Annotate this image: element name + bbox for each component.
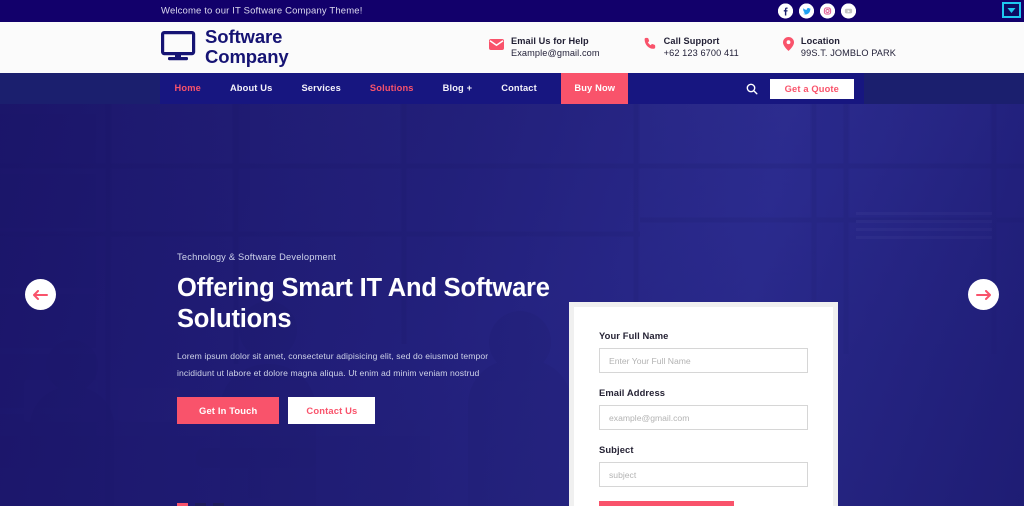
full-name-input[interactable] <box>599 348 808 373</box>
contact-phone-value: +62 123 6700 411 <box>663 48 739 59</box>
contact-location-title: Location <box>800 36 840 46</box>
contact-email-value: Example@gmail.com <box>511 48 600 59</box>
contact-email[interactable]: Email Us for Help Example@gmail.com <box>489 35 600 60</box>
hero-eyebrow: Technology & Software Development <box>177 252 337 262</box>
nav-item-contact[interactable]: Contact <box>487 73 552 104</box>
full-name-label: Your Full Name <box>599 330 669 341</box>
consultation-form: Your Full Name Email Address Subject Get… <box>574 307 833 506</box>
subject-label: Subject <box>599 444 634 455</box>
social-links <box>778 3 856 19</box>
hero-section: Technology & Software Development Offeri… <box>0 104 1024 506</box>
arrow-right-icon <box>976 289 991 300</box>
nav-item-home[interactable]: Home <box>160 73 215 104</box>
youtube-icon[interactable] <box>841 3 856 19</box>
nav-item-services[interactable]: Services <box>287 73 355 104</box>
hero-description: Lorem ipsum dolor sit amet, consectetur … <box>177 351 489 378</box>
main-navigation: Home About Us Services Solutions Blog + … <box>160 73 864 104</box>
contact-email-title: Email Us for Help <box>511 36 589 46</box>
page-root: Welcome to our IT Software Company Theme… <box>0 0 1024 506</box>
get-a-quote-button[interactable]: Get a Quote <box>769 78 854 99</box>
language-dropdown-toggle[interactable] <box>1002 2 1021 18</box>
chevron-down-icon <box>1007 7 1016 13</box>
monitor-icon <box>161 31 196 62</box>
location-pin-icon <box>782 37 794 56</box>
email-address-label: Email Address <box>599 387 666 398</box>
instagram-icon[interactable] <box>820 3 835 19</box>
consultation-form-card: Your Full Name Email Address Subject Get… <box>569 302 838 506</box>
header-contact-info: Email Us for Help Example@gmail.com Call… <box>489 35 896 60</box>
contact-location-text: Location 99S.T. JOMBLO PARK <box>801 35 896 60</box>
get-free-consultation-button[interactable]: Get Free Consultation <box>599 501 735 506</box>
site-logo[interactable]: Software Company <box>161 27 289 67</box>
buy-now-button[interactable]: Buy Now <box>561 73 629 104</box>
logo-line-1: Software <box>205 26 283 47</box>
email-address-input[interactable] <box>599 405 808 430</box>
top-announcement-bar: Welcome to our IT Software Company Theme… <box>0 0 1024 22</box>
subject-input[interactable] <box>599 462 808 487</box>
contact-phone[interactable]: Call Support +62 123 6700 411 <box>644 35 739 60</box>
carousel-prev-button[interactable] <box>25 279 56 310</box>
nav-item-solutions[interactable]: Solutions <box>355 73 428 104</box>
carousel-next-button[interactable] <box>968 279 999 310</box>
get-in-touch-button[interactable]: Get In Touch <box>177 397 280 425</box>
logo-text: Software Company <box>205 27 289 67</box>
contact-phone-title: Call Support <box>663 36 720 46</box>
nav-actions: Get a Quote <box>746 73 854 104</box>
arrow-left-icon <box>33 289 48 300</box>
contact-location-value: 99S.T. JOMBLO PARK <box>800 48 896 59</box>
twitter-icon[interactable] <box>799 3 814 19</box>
envelope-icon <box>489 37 504 55</box>
hero-content: Technology & Software Development Offeri… <box>177 252 577 425</box>
contact-location[interactable]: Location 99S.T. JOMBLO PARK <box>782 35 896 60</box>
nav-item-about-us[interactable]: About Us <box>215 73 287 104</box>
logo-line-2: Company <box>205 45 289 67</box>
contact-phone-text: Call Support +62 123 6700 411 <box>664 35 739 60</box>
facebook-icon[interactable] <box>778 3 793 19</box>
phone-icon <box>644 37 657 55</box>
search-icon[interactable] <box>746 83 758 95</box>
hero-title: Offering Smart IT And Software Solutions <box>177 274 550 334</box>
contact-us-button[interactable]: Contact Us <box>288 397 376 425</box>
contact-email-text: Email Us for Help Example@gmail.com <box>511 35 600 60</box>
nav-item-blog[interactable]: Blog + <box>428 73 487 104</box>
nav-links: Home About Us Services Solutions Blog + … <box>160 73 629 104</box>
welcome-message: Welcome to our IT Software Company Theme… <box>161 5 363 17</box>
hero-buttons: Get In Touch Contact Us <box>177 397 577 425</box>
site-header: Software Company Email Us for Help Examp… <box>0 22 1024 73</box>
